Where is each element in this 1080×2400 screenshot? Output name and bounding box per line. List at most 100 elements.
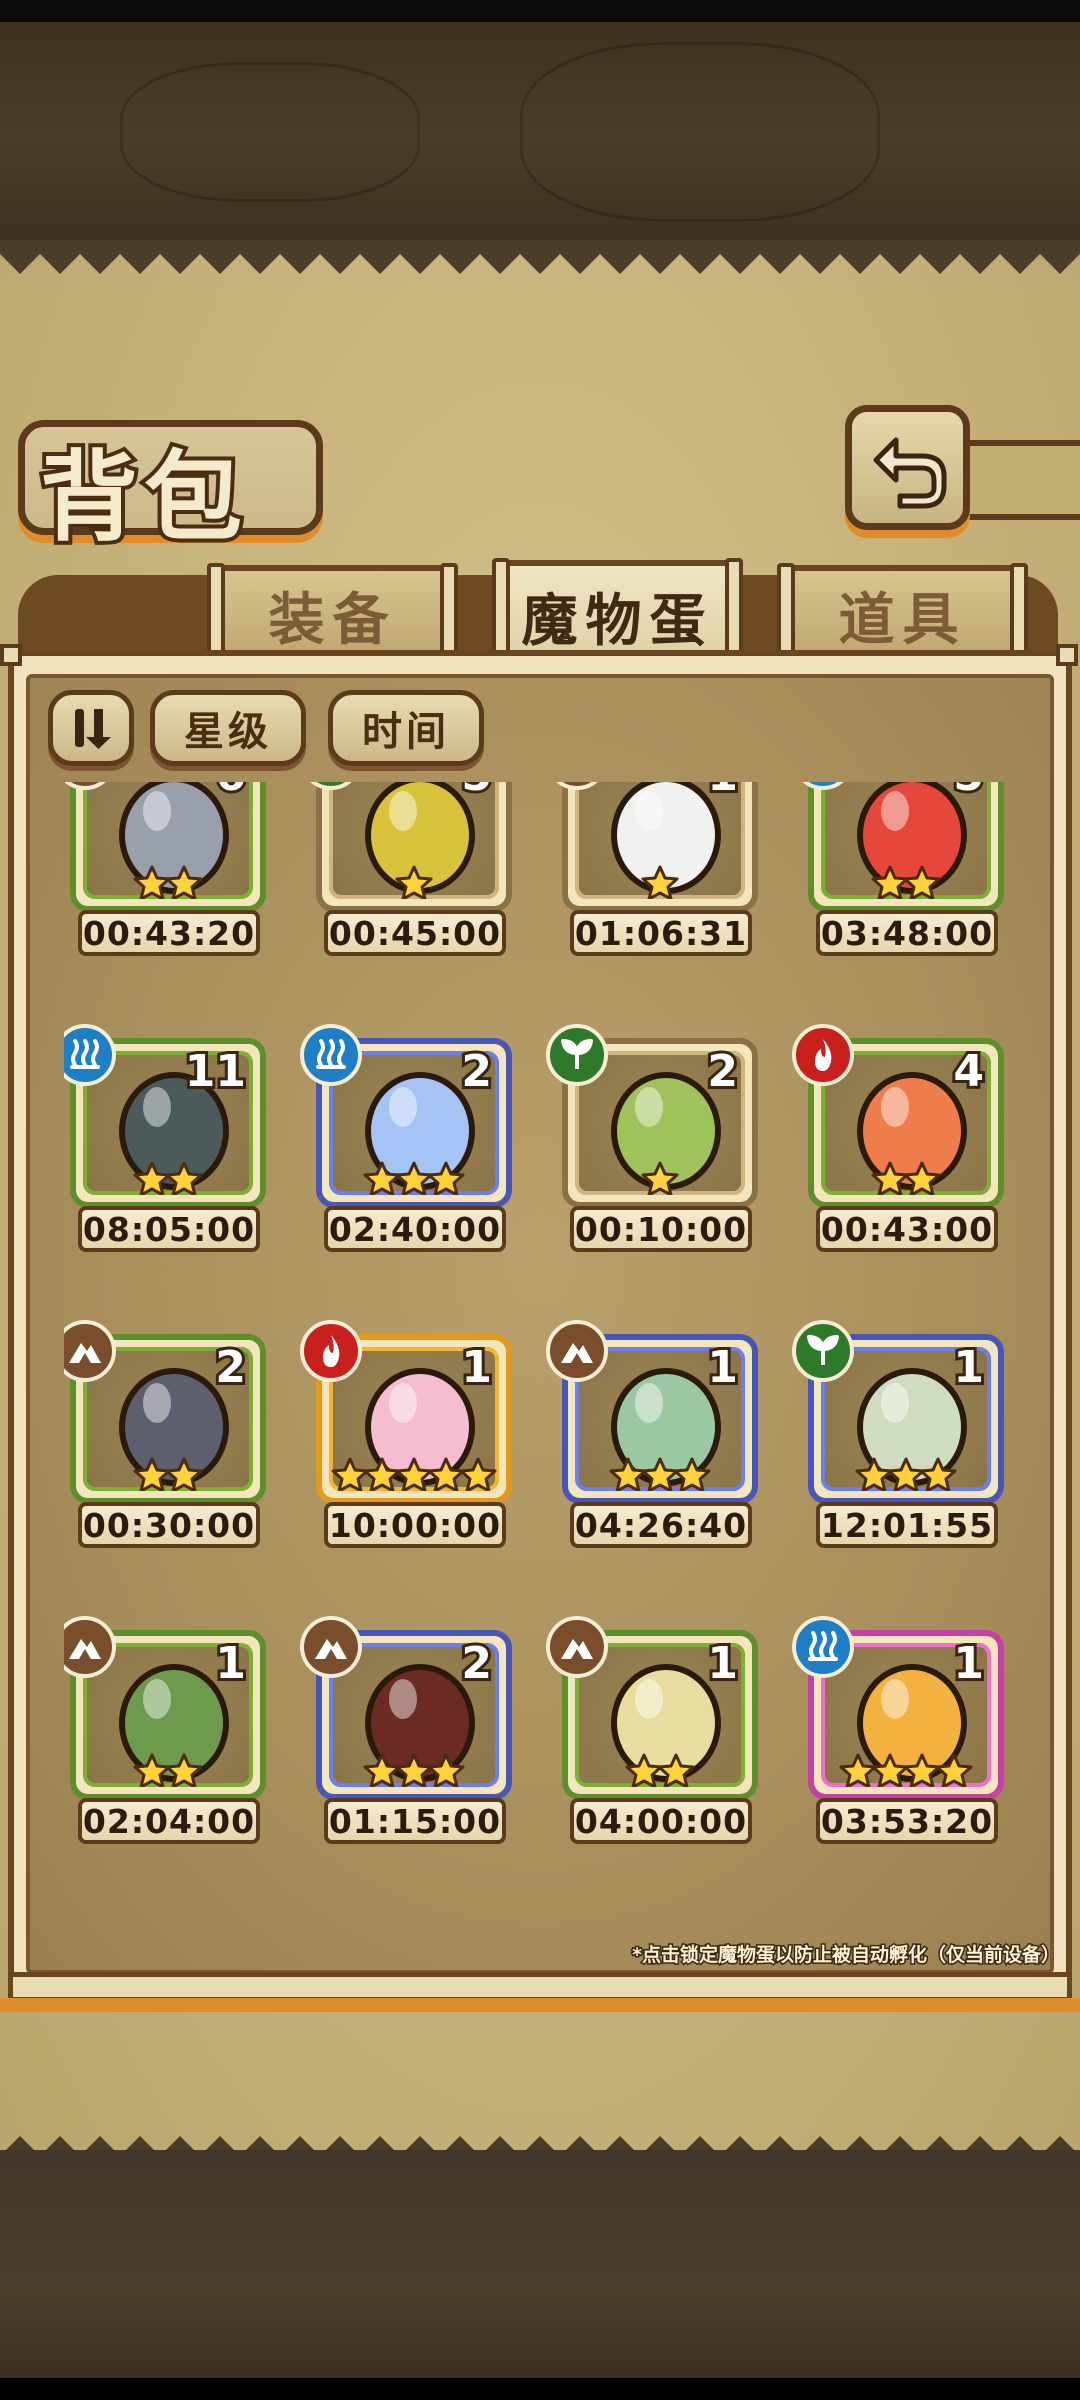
egg-slot[interactable]: 1 01:06:31 — [546, 782, 766, 962]
egg-count: 2 — [704, 1043, 741, 1100]
egg-count: 2 — [212, 1339, 249, 1396]
hatch-timer: 00:10:00 — [570, 1206, 752, 1252]
star-icon — [395, 865, 433, 899]
hatch-timer: 01:15:00 — [324, 1798, 506, 1844]
star-icon — [427, 1753, 465, 1787]
earth-element-icon — [546, 1320, 608, 1382]
star-icon — [427, 1161, 465, 1195]
sort-by-time-button[interactable]: 时间 — [328, 690, 484, 766]
star-rating — [329, 1457, 499, 1491]
sort-order-icon — [75, 709, 111, 749]
sort-order-toggle[interactable] — [48, 690, 134, 766]
star-rating — [821, 1161, 991, 1195]
star-icon — [641, 865, 679, 899]
egg-card[interactable]: 6 — [70, 782, 266, 912]
star-rating — [329, 1753, 499, 1787]
sort-by-time-label: 时间 — [362, 709, 450, 755]
egg-slot[interactable]: 1 12:01:55 — [792, 1320, 1012, 1554]
egg-count: 11 — [182, 1043, 249, 1100]
star-rating — [83, 865, 253, 899]
scroll-zigzag-top — [0, 240, 1080, 274]
panel-bottom-edge — [0, 1998, 1080, 2012]
hatch-timer: 00:43:20 — [78, 910, 260, 956]
hatch-timer: 00:45:00 — [324, 910, 506, 956]
hatch-timer: 00:30:00 — [78, 1502, 260, 1548]
egg-slot[interactable]: 5 00:45:00 — [300, 782, 520, 962]
egg-slot[interactable]: 1 04:00:00 — [546, 1616, 766, 1850]
egg-card[interactable]: 5 — [808, 782, 1004, 912]
star-icon — [165, 1457, 203, 1491]
back-button[interactable] — [845, 405, 970, 530]
water-element-icon — [792, 1616, 854, 1678]
lock-hint-footnote: *点击锁定魔物蛋以防止被自动孵化（仅当前设备） — [631, 1943, 1062, 1968]
egg-slot[interactable]: 2 01:15:00 — [300, 1616, 520, 1850]
egg-slot[interactable]: 6 00:43:20 — [64, 782, 274, 962]
egg-slot[interactable]: 1 03:53:20 — [792, 1616, 1012, 1850]
egg-count: 6 — [212, 782, 249, 804]
star-rating — [83, 1753, 253, 1787]
tab-items-label: 道具 — [838, 586, 967, 653]
wood-element-icon — [546, 1024, 608, 1086]
egg-slot[interactable]: 4 00:43:00 — [792, 1024, 1012, 1258]
star-icon — [903, 1161, 941, 1195]
star-icon — [919, 1457, 957, 1491]
star-rating — [821, 865, 991, 899]
egg-slot[interactable]: 1 02:04:00 — [64, 1616, 274, 1850]
hatch-timer: 08:05:00 — [78, 1206, 260, 1252]
egg-count: 4 — [950, 1043, 987, 1100]
hatch-timer: 03:48:00 — [816, 910, 998, 956]
earth-element-icon — [546, 1616, 608, 1678]
star-rating — [821, 1457, 991, 1491]
star-icon — [165, 1161, 203, 1195]
panel-corner-top-left — [0, 644, 22, 666]
star-rating — [329, 1161, 499, 1195]
back-button-rail — [965, 440, 1080, 520]
hatch-timer: 00:43:00 — [816, 1206, 998, 1252]
top-map-background — [0, 22, 1080, 252]
egg-slot[interactable]: 5 03:48:00 — [792, 782, 1012, 962]
egg-count: 2 — [458, 1043, 495, 1100]
star-rating — [575, 1161, 745, 1195]
egg-slot[interactable]: 1 10:00:00 — [300, 1320, 520, 1554]
return-arrow-icon — [873, 437, 947, 509]
page-title: 背包 — [36, 436, 249, 559]
navigation-bar — [0, 2378, 1080, 2400]
egg-count: 1 — [704, 1635, 741, 1692]
egg-count: 2 — [458, 1635, 495, 1692]
egg-count: 5 — [458, 782, 495, 804]
egg-slot[interactable]: 2 02:40:00 — [300, 1024, 520, 1258]
egg-count: 1 — [950, 1339, 987, 1396]
panel-corner-top-right — [1056, 644, 1078, 666]
hatch-timer: 03:53:20 — [816, 1798, 998, 1844]
bottom-map-background — [0, 2150, 1080, 2378]
hatch-timer: 04:00:00 — [570, 1798, 752, 1844]
star-icon — [641, 1161, 679, 1195]
egg-count: 1 — [212, 1635, 249, 1692]
egg-slot[interactable]: 1 04:26:40 — [546, 1320, 766, 1554]
egg-card[interactable]: 5 — [316, 782, 512, 912]
star-icon — [459, 1457, 497, 1491]
hatch-timer: 04:26:40 — [570, 1502, 752, 1548]
star-rating — [83, 1457, 253, 1491]
sort-by-star-button[interactable]: 星级 — [150, 690, 306, 766]
egg-slot[interactable]: 11 08:05:00 — [64, 1024, 274, 1258]
status-bar — [0, 0, 1080, 22]
star-rating — [575, 865, 745, 899]
egg-grid: 600:43:20500:45:00101:06:31503:48:001108… — [64, 782, 1024, 1882]
star-rating — [329, 865, 499, 899]
star-rating — [575, 1753, 745, 1787]
hatch-timer: 01:06:31 — [570, 910, 752, 956]
star-icon — [165, 865, 203, 899]
earth-element-icon — [300, 1616, 362, 1678]
egg-slot[interactable]: 2 00:30:00 — [64, 1320, 274, 1554]
fire-element-icon — [300, 1320, 362, 1382]
star-rating — [83, 1161, 253, 1195]
hatch-timer: 02:04:00 — [78, 1798, 260, 1844]
star-icon — [673, 1457, 711, 1491]
star-rating — [821, 1753, 991, 1787]
water-element-icon — [300, 1024, 362, 1086]
hatch-timer: 10:00:00 — [324, 1502, 506, 1548]
egg-slot[interactable]: 2 00:10:00 — [546, 1024, 766, 1258]
egg-count: 1 — [458, 1339, 495, 1396]
egg-card[interactable]: 1 — [562, 782, 758, 912]
